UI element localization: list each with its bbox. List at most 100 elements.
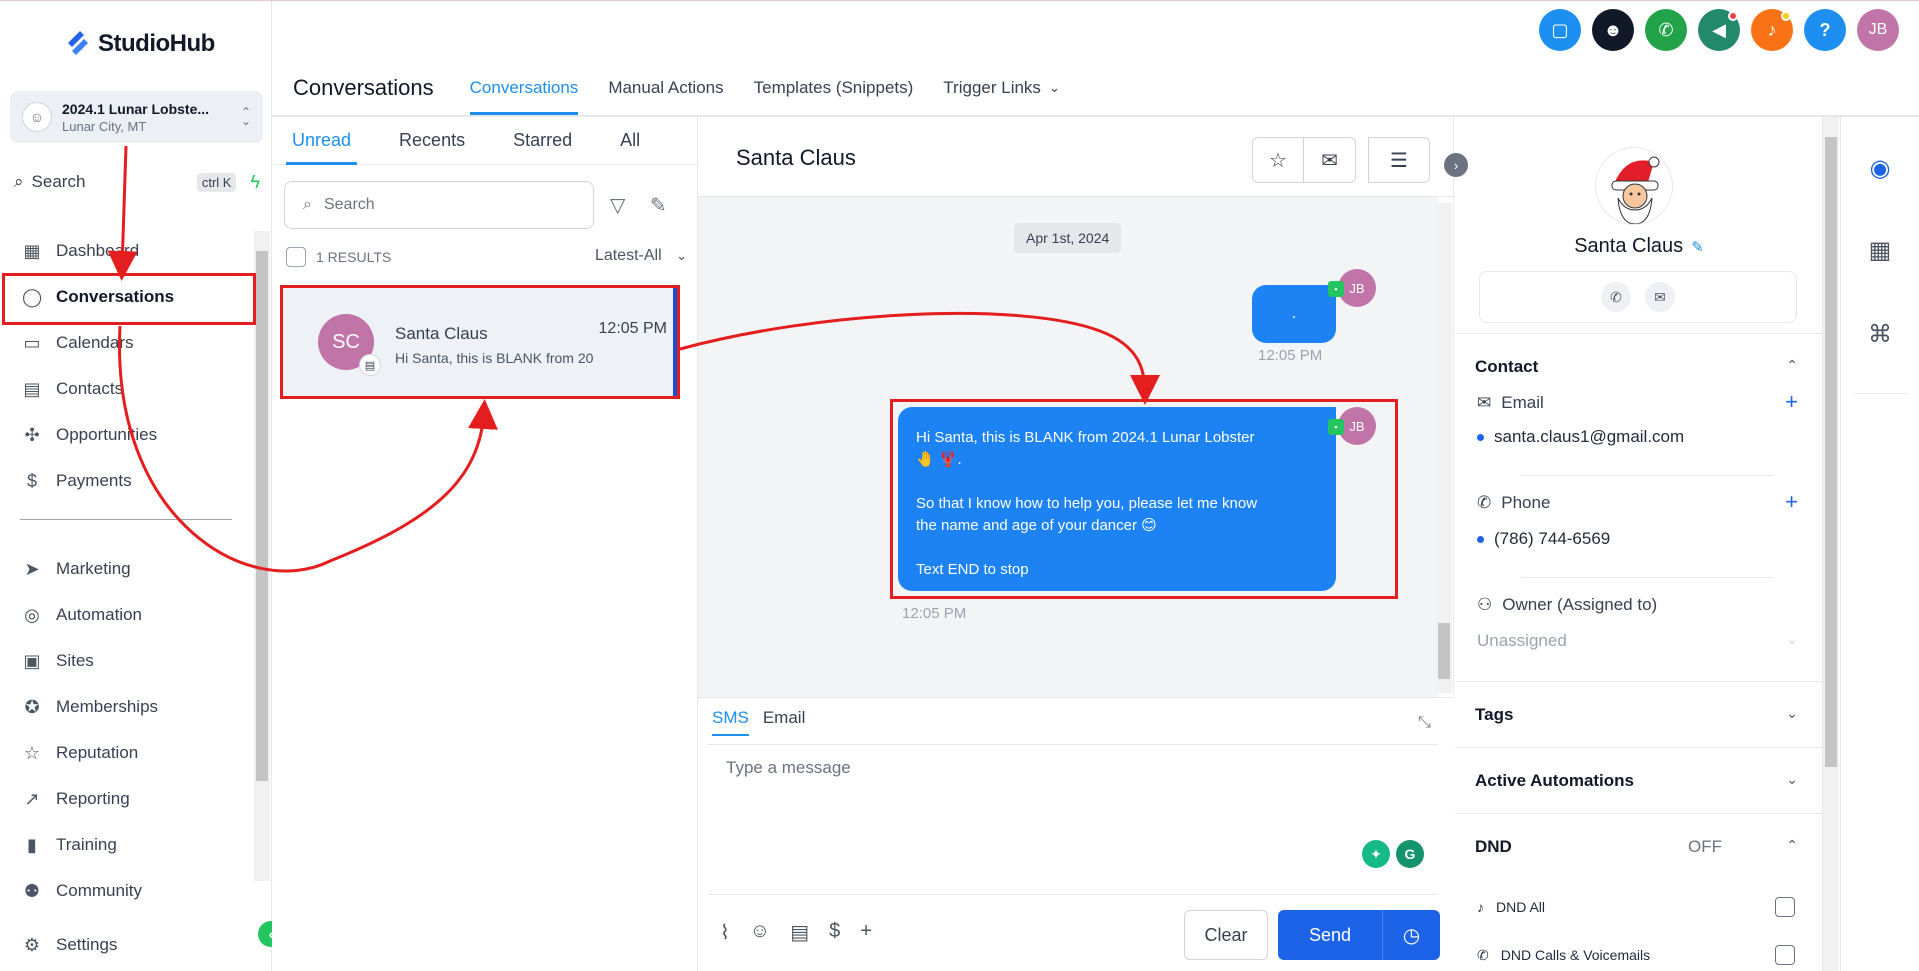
chevron-right-icon[interactable]: › [1444, 153, 1468, 177]
conversation-search-input[interactable]: ⌕ Search [284, 181, 594, 229]
phone-icon[interactable]: ✆ [1645, 9, 1687, 51]
scrollbar-thumb[interactable] [1825, 137, 1837, 767]
chevron-down-icon: ⌄ [1786, 631, 1798, 647]
attachment-icon[interactable]: ⌇ [720, 920, 730, 945]
sidebar-item-opportunities[interactable]: ✣ Opportunities [0, 413, 255, 457]
chat-header: Santa Claus ☆ ✉ ☰ [698, 117, 1454, 197]
star-icon: ☆ [23, 742, 41, 763]
section-dnd[interactable]: DND [1475, 837, 1512, 857]
conversation-time: 12:05 PM [598, 320, 667, 337]
sidebar-item-settings[interactable]: ⚙ Settings [0, 923, 255, 967]
compose-icon[interactable]: ✎ [650, 193, 667, 218]
dollar-icon[interactable]: $ [829, 920, 840, 945]
dnd-all-checkbox[interactable] [1775, 897, 1795, 917]
filter-lines-button[interactable]: ☰ [1368, 137, 1430, 183]
plus-icon[interactable]: + [860, 920, 872, 945]
section-tags[interactable]: Tags [1475, 705, 1513, 725]
tab-email[interactable]: Email [763, 708, 806, 736]
tab-starred[interactable]: Starred [513, 117, 572, 164]
select-all-checkbox[interactable] [286, 247, 306, 267]
bell-icon[interactable]: ♪ [1751, 9, 1793, 51]
section-active-automations[interactable]: Active Automations [1475, 771, 1634, 791]
pencil-icon[interactable]: ✎ [1691, 239, 1704, 256]
owner-select[interactable]: Unassigned [1477, 631, 1567, 651]
sidebar-item-calendars[interactable]: ▭ Calendars [0, 321, 255, 365]
robot-icon[interactable]: ☻ [1592, 9, 1634, 51]
schedule-icon[interactable]: ◷ [1382, 910, 1440, 960]
tab-unread[interactable]: Unread [285, 117, 358, 165]
chevron-updown-icon: ⌃ ⌄ [240, 105, 251, 128]
help-icon[interactable]: ? [1804, 9, 1846, 51]
sidebar-item-label: Calendars [56, 333, 134, 352]
sidebar-item-reputation[interactable]: ☆ Reputation [0, 731, 255, 775]
global-search[interactable]: ⌕ Search ctrl K ϟ [14, 167, 260, 197]
chevron-down-icon[interactable]: ⌄ [1786, 705, 1798, 722]
sidebar-item-marketing[interactable]: ➤ Marketing [0, 547, 255, 591]
tab-conversations[interactable]: Conversations [469, 61, 578, 115]
scrollbar-thumb[interactable] [1438, 623, 1450, 679]
star-button[interactable]: ☆ [1252, 137, 1304, 183]
dnd-all-row: ♪ DND All [1477, 897, 1795, 917]
sidebar-item-dashboard[interactable]: ▦ Dashboard [0, 229, 255, 273]
sort-select[interactable]: Latest-All ⌄ [595, 247, 687, 265]
logo-text: StudioHub [98, 30, 215, 57]
document-icon[interactable]: ▤ [790, 920, 809, 945]
app-logo[interactable]: StudioHub [64, 29, 215, 59]
add-email-button[interactable]: + [1785, 389, 1798, 415]
sidebar-item-label: Marketing [56, 559, 131, 578]
contact-panel-scrollbar[interactable] [1823, 117, 1839, 971]
user-avatar[interactable]: JB [1857, 9, 1899, 51]
sidebar-item-training[interactable]: ▮ Training [0, 823, 255, 867]
tab-sms[interactable]: SMS [712, 708, 749, 736]
scrollbar-thumb[interactable] [256, 251, 268, 781]
sidebar-item-sites[interactable]: ▣ Sites [0, 639, 255, 683]
primary-dot [1477, 535, 1484, 543]
bolt-icon[interactable]: ϟ [250, 172, 260, 193]
send-button[interactable]: Send [1278, 910, 1382, 960]
sidebar-item-payments[interactable]: $ Payments [0, 459, 255, 503]
contact-profile-icon[interactable]: ◉ [1863, 151, 1897, 185]
sidebar-scrollbar[interactable] [254, 231, 270, 881]
grammarly-icon[interactable]: G [1396, 840, 1424, 868]
dnd-calls-checkbox[interactable] [1775, 945, 1795, 965]
sidebar-item-automation[interactable]: ◎ Automation [0, 593, 255, 637]
sidebar-item-label: Contacts [56, 379, 124, 398]
lightbulb-icon[interactable]: ✦ [1362, 840, 1390, 868]
tab-manual-actions[interactable]: Manual Actions [608, 61, 723, 115]
thread-scrollbar[interactable] [1436, 203, 1452, 693]
phone-icon[interactable]: ✆ [1601, 282, 1631, 312]
filter-icon[interactable]: ▽ [610, 193, 625, 218]
chevron-up-icon[interactable]: ⌃ [1786, 357, 1798, 374]
sidebar-item-memberships[interactable]: ✪ Memberships [0, 685, 255, 729]
sidebar-item-contacts[interactable]: ▤ Contacts [0, 367, 255, 411]
tab-all[interactable]: All [620, 117, 640, 164]
collapse-icon[interactable]: ⤡ [1418, 714, 1431, 732]
add-phone-button[interactable]: + [1785, 489, 1798, 515]
sidebar-item-reporting[interactable]: ↗ Reporting [0, 777, 255, 821]
message-thread[interactable]: Apr 1st, 2024 . JB ▪ 12:05 PM Hi Santa, … [698, 197, 1438, 697]
chat-widget-icon[interactable]: ▢ [1539, 9, 1581, 51]
chevron-down-icon[interactable]: ⌄ [1786, 771, 1798, 788]
calendar-icon[interactable]: ▦ [1863, 233, 1897, 267]
chevron-up-icon[interactable]: ⌃ [1786, 837, 1798, 854]
phone-value-row[interactable]: (786) 744-6569 [1477, 529, 1610, 549]
email-value-row[interactable]: santa.claus1@gmail.com [1477, 427, 1684, 447]
emoji-icon[interactable]: ☺ [750, 920, 770, 945]
location-switcher[interactable]: ☺ 2024.1 Lunar Lobste... Lunar City, MT … [10, 91, 263, 143]
sidebar-item-community[interactable]: ⚉ Community [0, 869, 255, 913]
megaphone-icon[interactable]: ◀ [1698, 9, 1740, 51]
clear-button[interactable]: Clear [1184, 910, 1268, 960]
conversation-list-item[interactable]: SC ▤ Santa Claus 12:05 PM Hi Santa, this… [280, 285, 680, 399]
message-bubble[interactable]: . [1252, 285, 1336, 343]
mail-button[interactable]: ✉ [1304, 137, 1356, 183]
contact-name: Santa Claus [1574, 235, 1684, 257]
message-input[interactable]: Type a message [726, 758, 851, 778]
tab-recents[interactable]: Recents [399, 117, 465, 164]
tab-templates[interactable]: Templates (Snippets) [754, 61, 914, 115]
mail-icon[interactable]: ✉ [1645, 282, 1675, 312]
network-icon[interactable]: ⌘ [1863, 317, 1897, 351]
section-contact[interactable]: Contact [1475, 357, 1538, 377]
message-bubble[interactable]: Hi Santa, this is BLANK from 2024.1 Luna… [898, 407, 1336, 591]
tab-trigger-links[interactable]: Trigger Links ⌄ [943, 61, 1060, 115]
sidebar-item-label: Sites [56, 651, 94, 670]
